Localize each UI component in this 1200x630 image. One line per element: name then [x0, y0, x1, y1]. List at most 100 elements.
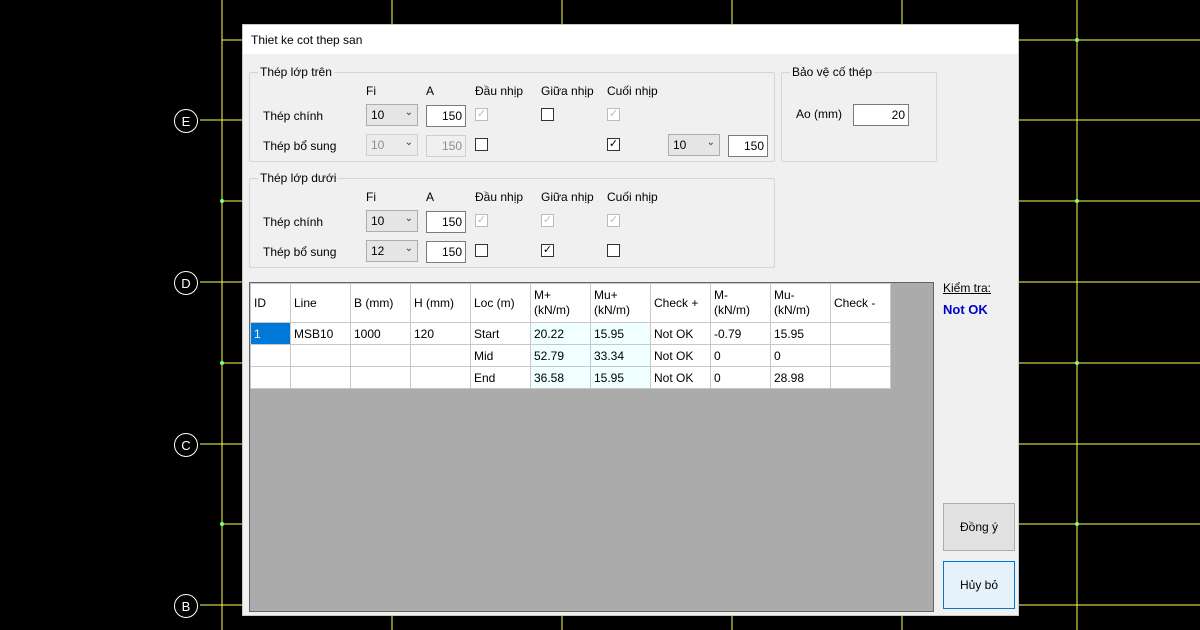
top-main-start-checkbox: ✓: [475, 108, 488, 121]
bottom-main-label: Thép chính: [263, 215, 324, 229]
grid-bubble-c: C: [174, 433, 198, 457]
title-bar[interactable]: Thiet ke cot thep san: [243, 25, 1018, 54]
header-mu-minus[interactable]: Mu- (kN/m): [770, 283, 831, 323]
cell[interactable]: [830, 366, 891, 389]
bottom-extra-label: Thép bổ sung: [263, 245, 337, 259]
cell[interactable]: 0: [770, 344, 831, 367]
top-extra-end-a-input[interactable]: 150: [728, 135, 768, 157]
cover-group: Bảo vệ cố thép Ao (mm) 20: [781, 65, 937, 162]
top-main-a-input[interactable]: 150: [426, 105, 466, 127]
header-line[interactable]: Line: [290, 283, 351, 323]
col-mid-label: Giữa nhịp: [541, 84, 594, 98]
cell[interactable]: 0: [710, 344, 771, 367]
cover-input[interactable]: 20: [853, 104, 909, 126]
cell[interactable]: Mid: [470, 344, 531, 367]
cell[interactable]: 36.58: [530, 366, 591, 389]
chevron-down-icon: ⌄: [404, 137, 413, 148]
col-fi-label: Fi: [366, 190, 376, 204]
header-b[interactable]: B (mm): [350, 283, 411, 323]
ok-button[interactable]: Đồng ý: [943, 503, 1015, 551]
table-header-row: ID Line B (mm) H (mm) Loc (m) M+ (kN/m) …: [250, 283, 891, 323]
cell[interactable]: 20.22: [530, 322, 591, 345]
header-check-plus[interactable]: Check +: [650, 283, 711, 323]
cell[interactable]: [830, 322, 891, 345]
cell[interactable]: [250, 344, 291, 367]
cell[interactable]: [290, 344, 351, 367]
cell[interactable]: 15.95: [590, 322, 651, 345]
cell[interactable]: MSB10: [290, 322, 351, 345]
chevron-down-icon: ⌄: [404, 213, 413, 224]
chevron-down-icon: ⌄: [404, 107, 413, 118]
results-table: ID Line B (mm) H (mm) Loc (m) M+ (kN/m) …: [250, 283, 891, 389]
col-end-label: Cuối nhịp: [607, 84, 658, 98]
cell[interactable]: 28.98: [770, 366, 831, 389]
grid-bubble-b: B: [174, 594, 198, 618]
cell[interactable]: Not OK: [650, 344, 711, 367]
top-extra-a-input: 150: [426, 135, 466, 157]
cell[interactable]: Start: [470, 322, 531, 345]
cell[interactable]: 0: [710, 366, 771, 389]
cell[interactable]: Not OK: [650, 366, 711, 389]
bottom-extra-fi-select[interactable]: 12 ⌄: [366, 240, 418, 262]
cell[interactable]: End: [470, 366, 531, 389]
header-m-minus[interactable]: M- (kN/m): [710, 283, 771, 323]
header-mu-plus[interactable]: Mu+ (kN/m): [590, 283, 651, 323]
top-extra-fi-select: 10 ⌄: [366, 134, 418, 156]
bottom-extra-a-input[interactable]: 150: [426, 241, 466, 263]
bottom-steel-group-title: Thép lớp dưới: [258, 171, 339, 185]
top-extra-label: Thép bổ sung: [263, 139, 337, 153]
cell[interactable]: [350, 344, 411, 367]
cell[interactable]: 52.79: [530, 344, 591, 367]
cell[interactable]: [410, 366, 471, 389]
bottom-main-a-input[interactable]: 150: [426, 211, 466, 233]
cell[interactable]: 1: [250, 322, 291, 345]
top-main-label: Thép chính: [263, 109, 324, 123]
cover-group-title: Bảo vệ cố thép: [790, 65, 875, 79]
top-main-mid-checkbox[interactable]: [541, 108, 554, 121]
bottom-main-fi-select[interactable]: 10 ⌄: [366, 210, 418, 232]
bottom-extra-mid-checkbox[interactable]: ✓: [541, 244, 554, 257]
header-check-minus[interactable]: Check -: [830, 283, 891, 323]
top-steel-group-title: Thép lớp trên: [258, 65, 334, 79]
grid-bubble-d: D: [174, 271, 198, 295]
cell[interactable]: [350, 366, 411, 389]
table-row[interactable]: 1 MSB10 1000 120 Start 20.22 15.95 Not O…: [250, 322, 891, 345]
table-row[interactable]: End 36.58 15.95 Not OK 0 28.98: [250, 366, 891, 389]
cell[interactable]: 15.95: [590, 366, 651, 389]
header-loc[interactable]: Loc (m): [470, 283, 531, 323]
bottom-extra-start-checkbox[interactable]: [475, 244, 488, 257]
cell[interactable]: 33.34: [590, 344, 651, 367]
cell[interactable]: [410, 344, 471, 367]
top-extra-start-checkbox[interactable]: [475, 138, 488, 151]
bottom-extra-end-checkbox[interactable]: [607, 244, 620, 257]
top-steel-group: Thép lớp trên Fi A Đầu nhịp Giữa nhịp Cu…: [249, 65, 775, 162]
cell[interactable]: -0.79: [710, 322, 771, 345]
table-row[interactable]: Mid 52.79 33.34 Not OK 0 0: [250, 344, 891, 367]
cell[interactable]: 1000: [350, 322, 411, 345]
cell[interactable]: 120: [410, 322, 471, 345]
top-extra-end-fi-select[interactable]: 10 ⌄: [668, 134, 720, 156]
top-extra-end-checkbox[interactable]: ✓: [607, 138, 620, 151]
col-end-label: Cuối nhịp: [607, 190, 658, 204]
header-h[interactable]: H (mm): [410, 283, 471, 323]
top-main-fi-select[interactable]: 10 ⌄: [366, 104, 418, 126]
cell[interactable]: [290, 366, 351, 389]
cancel-button[interactable]: Hủy bỏ: [943, 561, 1015, 609]
results-grid[interactable]: ID Line B (mm) H (mm) Loc (m) M+ (kN/m) …: [249, 282, 934, 612]
chevron-down-icon: ⌄: [404, 243, 413, 254]
bottom-main-end-checkbox: ✓: [607, 214, 620, 227]
col-a-label: A: [426, 84, 435, 98]
cover-label: Ao (mm): [796, 107, 842, 121]
header-m-plus[interactable]: M+ (kN/m): [530, 283, 591, 323]
top-main-end-checkbox: ✓: [607, 108, 620, 121]
bottom-steel-group: Thép lớp dưới Fi A Đầu nhịp Giữa nhịp Cu…: [249, 171, 775, 268]
cell[interactable]: 15.95: [770, 322, 831, 345]
cell[interactable]: [830, 344, 891, 367]
check-result: Not OK: [943, 302, 988, 317]
cell[interactable]: [250, 366, 291, 389]
chevron-down-icon: ⌄: [706, 137, 715, 148]
cell[interactable]: Not OK: [650, 322, 711, 345]
col-start-label: Đầu nhịp: [475, 84, 524, 98]
col-fi-label: Fi: [366, 84, 376, 98]
header-id[interactable]: ID: [250, 283, 291, 323]
